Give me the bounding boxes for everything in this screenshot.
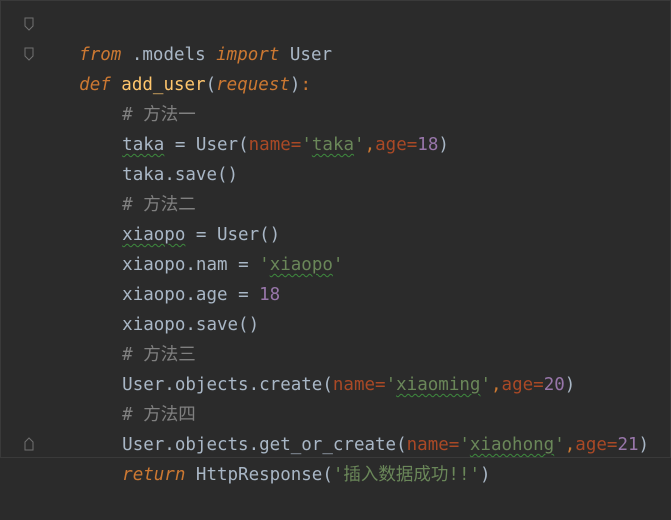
- paren-open: (: [322, 375, 333, 395]
- code-line-comment[interactable]: # 方法三: [37, 310, 196, 365]
- kwarg-eq: =: [290, 135, 302, 155]
- paren-close: ): [480, 465, 491, 485]
- kwarg-eq: =: [406, 135, 418, 155]
- code-line-comment[interactable]: # 方法二: [37, 160, 196, 215]
- kwarg-name: name: [248, 135, 291, 155]
- comma: ,: [564, 435, 576, 455]
- code-editor[interactable]: from .models import User def add_user(re…: [0, 0, 671, 485]
- code-line-xiaopo-create[interactable]: xiaopo = User(): [37, 190, 280, 245]
- code-line-import[interactable]: from .models import User: [37, 10, 332, 65]
- keyword-return: return: [122, 465, 186, 485]
- fold-marker-icon[interactable]: [23, 47, 35, 61]
- kwarg-age: age: [575, 435, 607, 455]
- paren-close: ): [438, 135, 449, 155]
- paren-close: ): [564, 375, 576, 395]
- class-httpresponse: HttpResponse: [185, 465, 323, 485]
- fold-end-marker-icon[interactable]: [23, 437, 35, 451]
- string-quote: ': [354, 135, 365, 155]
- paren-open: (: [205, 75, 217, 95]
- string-literal: '插入数据成功!!': [332, 465, 481, 485]
- colon: :: [300, 75, 311, 95]
- editor-gutter: [1, 1, 35, 457]
- number-value: 18: [417, 135, 439, 155]
- code-line-def[interactable]: def add_user(request):: [37, 40, 311, 95]
- code-line-xiaopo-nam[interactable]: xiaopo.nam = 'xiaopo': [37, 220, 343, 275]
- kwarg-name: name: [332, 375, 376, 395]
- string-quote: ': [385, 375, 397, 395]
- code-line-taka-create[interactable]: taka = User(name='taka',age=18): [37, 100, 449, 155]
- string-quote: ': [554, 435, 565, 455]
- comma: ,: [490, 375, 502, 395]
- string-quote: ': [301, 135, 312, 155]
- number-value: 18: [259, 285, 281, 305]
- method-call: .save(): [185, 315, 260, 335]
- code-line-xiaopo-age[interactable]: xiaopo.age = 18: [37, 250, 280, 305]
- string-quote: ': [332, 255, 344, 275]
- kwarg-eq: =: [533, 375, 544, 395]
- code-line-get-or-create[interactable]: User.objects.get_or_create(name='xiaohon…: [37, 400, 649, 455]
- number-value: 21: [617, 435, 639, 455]
- kwarg-age: age: [375, 135, 407, 155]
- code-line-comment[interactable]: # 方法一: [37, 70, 196, 125]
- code-line-objects-create[interactable]: User.objects.create(name='xiaoming',age=…: [37, 340, 575, 395]
- string-quote: ': [480, 375, 491, 395]
- comma: ,: [364, 135, 376, 155]
- paren-open: (: [322, 465, 333, 485]
- code-line-comment[interactable]: # 方法四: [37, 370, 196, 425]
- paren-close: ): [289, 75, 301, 95]
- code-line-taka-save[interactable]: taka.save(): [37, 130, 238, 185]
- fold-marker-icon[interactable]: [23, 17, 35, 31]
- string-value: taka: [311, 135, 355, 155]
- paren-close: ): [638, 435, 650, 455]
- kwarg-age: age: [501, 375, 534, 395]
- code-line-return[interactable]: return HttpResponse('插入数据成功!!'): [37, 430, 490, 485]
- kwarg-eq: =: [375, 375, 386, 395]
- code-line-xiaopo-save[interactable]: xiaopo.save(): [37, 280, 259, 335]
- number-value: 20: [543, 375, 565, 395]
- param-request: request: [216, 75, 290, 95]
- paren-open: (: [238, 135, 249, 155]
- string-value: xiaoming: [396, 375, 481, 395]
- kwarg-eq: =: [606, 435, 618, 455]
